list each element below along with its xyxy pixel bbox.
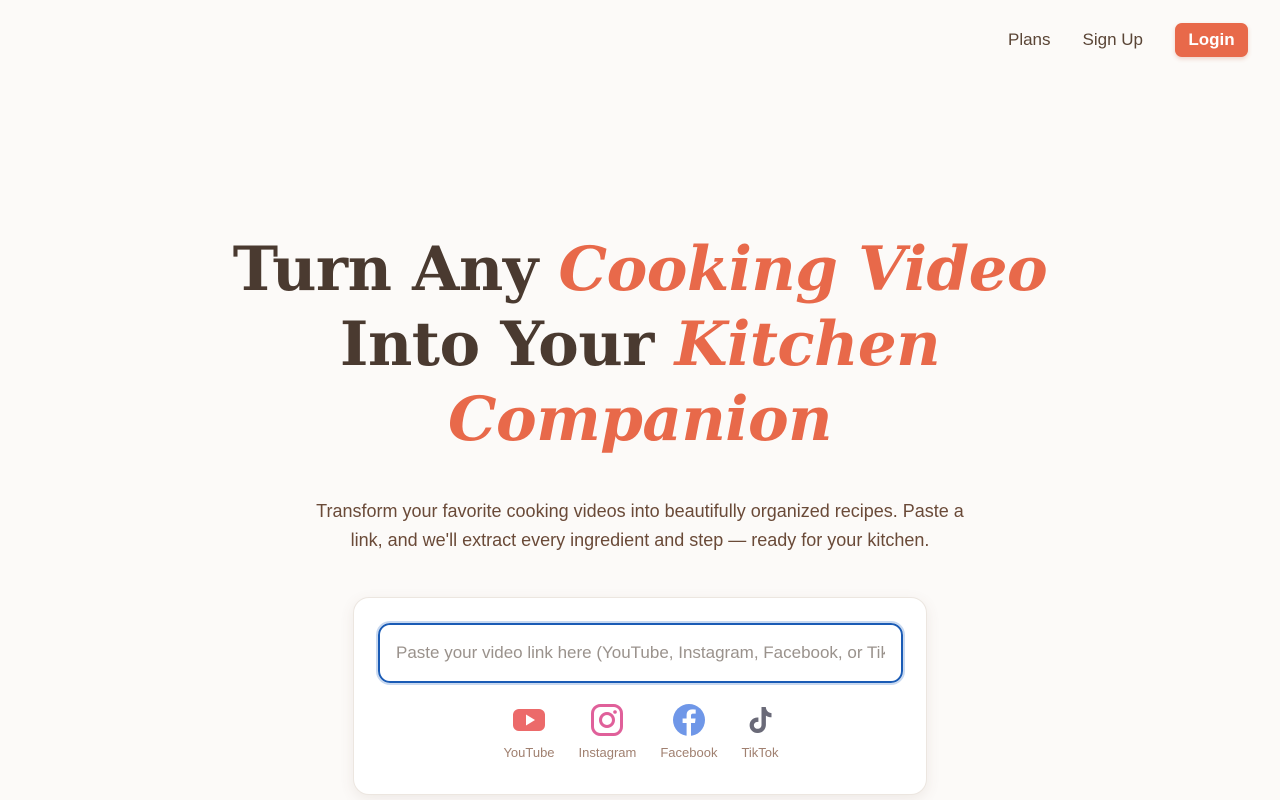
hero-title-accent-2: Kitchen <box>674 309 941 380</box>
nav-signup-link[interactable]: Sign Up <box>1083 23 1143 57</box>
facebook-icon <box>672 704 705 736</box>
youtube-icon <box>513 709 545 731</box>
platform-label: YouTube <box>503 745 555 760</box>
hero-title-line-2: Into Your Kitchen <box>0 307 1280 382</box>
platform-label: Facebook <box>660 745 718 760</box>
platform-label: TikTok <box>741 745 779 760</box>
video-link-input[interactable] <box>376 621 905 685</box>
hero-title-accent-1: Cooking Video <box>558 234 1048 305</box>
hero-title-accent-3: Companion <box>447 384 833 455</box>
hero-title-plain-1: Turn Any <box>232 234 539 305</box>
login-button[interactable]: Login <box>1175 23 1248 57</box>
platform-youtube[interactable]: YouTube <box>503 703 555 760</box>
platform-label: Instagram <box>578 745 637 760</box>
top-nav: Plans Sign Up Login <box>1008 23 1248 57</box>
nav-plans-link[interactable]: Plans <box>1008 23 1051 57</box>
hero-subtitle: Transform your favorite cooking videos i… <box>316 501 964 550</box>
platform-facebook[interactable]: Facebook <box>660 703 717 760</box>
landing-page: Plans Sign Up Login Turn Any Cooking Vid… <box>0 0 1280 800</box>
tiktok-icon <box>749 707 772 733</box>
platform-tiktok[interactable]: TikTok <box>741 703 779 760</box>
link-input-card: YouTube Instagram Facebook <box>353 597 927 795</box>
hero-title-line-1: Turn Any Cooking Video <box>0 232 1280 307</box>
hero-title-plain-2: Into Your <box>339 309 654 380</box>
hero-title: Turn Any Cooking Video Into Your Kitchen… <box>0 232 1280 457</box>
platform-instagram[interactable]: Instagram <box>578 703 637 760</box>
hero-title-line-3: Companion <box>0 382 1280 457</box>
platform-list: YouTube Instagram Facebook TikTok <box>354 703 928 760</box>
instagram-icon <box>591 704 624 736</box>
